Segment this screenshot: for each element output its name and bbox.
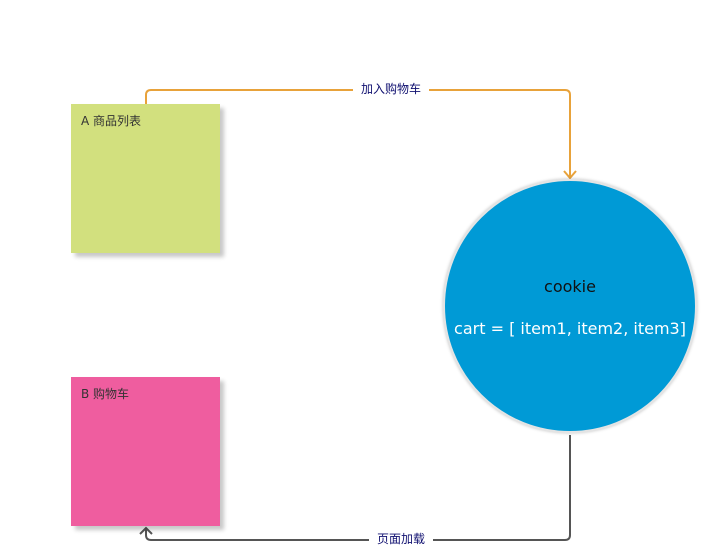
cookie-title: cookie	[544, 277, 596, 296]
product-list-note[interactable]: A 商品列表	[71, 104, 220, 253]
shopping-cart-label: B 购物车	[81, 387, 130, 401]
product-list-label: A 商品列表	[81, 114, 142, 128]
page-load-label: 页面加载	[369, 531, 434, 547]
cookie-cart-value: cart = [ item1, item2, item3]	[454, 319, 686, 338]
add-to-cart-label: 加入购物车	[353, 81, 430, 97]
cookie-circle[interactable]: cookie cart = [ item1, item2, item3]	[443, 179, 697, 433]
shopping-cart-note[interactable]: B 购物车	[71, 377, 220, 526]
